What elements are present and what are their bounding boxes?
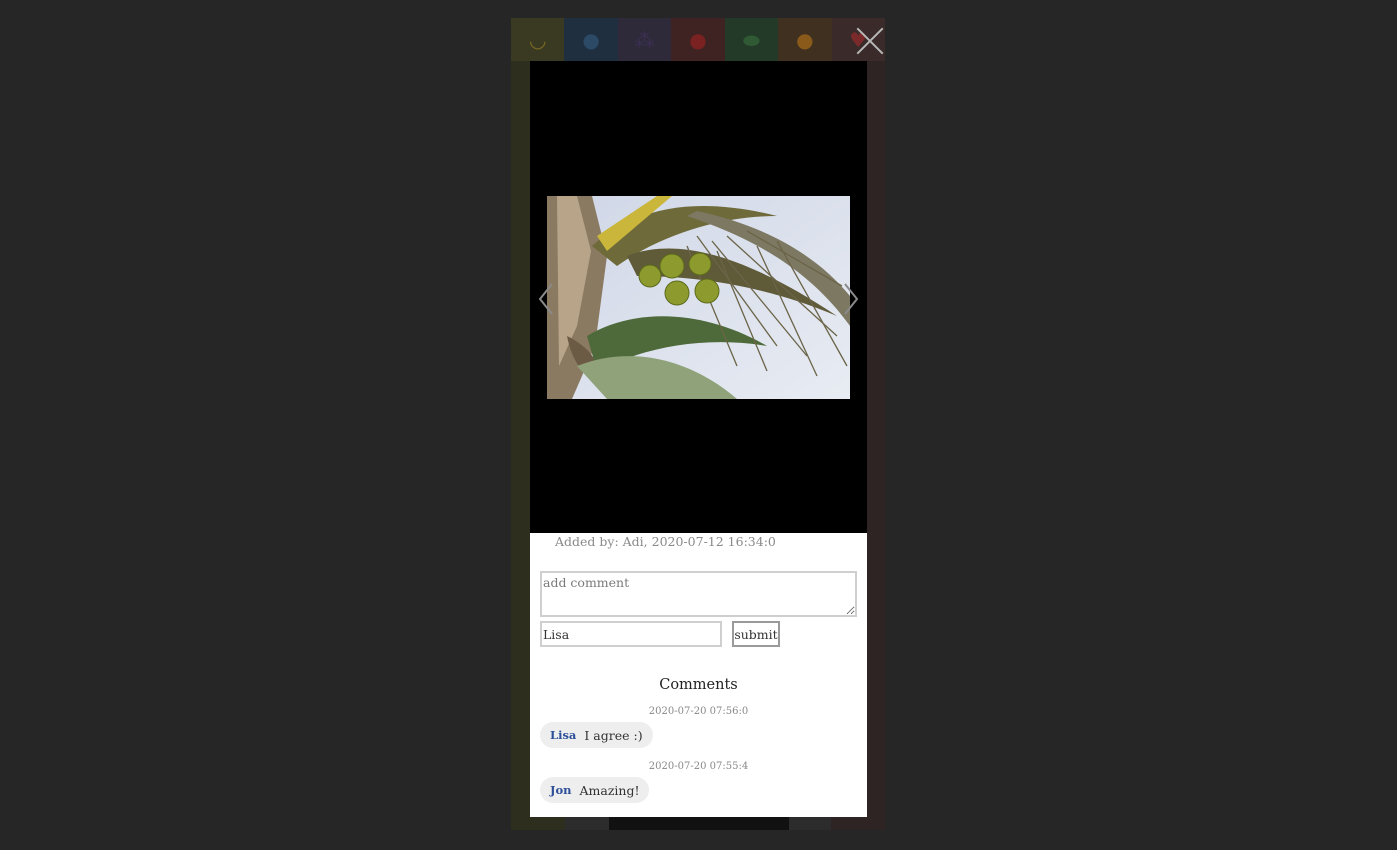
close-icon[interactable] (854, 25, 886, 57)
comment-item: Jon Amazing! (540, 777, 650, 803)
comment-author: Lisa (550, 728, 577, 742)
blueberry-icon: ● (564, 18, 618, 61)
previous-arrow-icon[interactable] (538, 282, 554, 316)
background-thumbnail (609, 816, 789, 830)
photo-viewer (530, 61, 867, 533)
apple-icon: ● (671, 18, 725, 61)
comment-textarea[interactable] (540, 571, 857, 617)
orange-icon: ● (778, 18, 832, 61)
coconut-palm-photo (547, 196, 850, 399)
photo-added-by: Added by: Adi, 2020-07-12 16:34:0 (555, 534, 776, 549)
comment-text: I agree :) (584, 727, 643, 743)
avocado-icon: ⬬ (724, 18, 779, 61)
next-arrow-icon[interactable] (843, 282, 859, 316)
comment-text: Amazing! (579, 782, 640, 798)
comment-author: Jon (550, 783, 572, 797)
banana-icon: ◡ (511, 18, 565, 61)
photo-lightbox: Added by: Adi, 2020-07-12 16:34:0 submit… (530, 61, 867, 817)
comment-timestamp: 2020-07-20 07:55:4 (648, 761, 749, 772)
grapes-icon: ⁂ (617, 18, 672, 61)
comment-timestamp: 2020-07-20 07:56:0 (648, 706, 749, 717)
name-input[interactable] (540, 621, 722, 647)
comment-item: Lisa I agree :) (540, 722, 653, 748)
submit-button[interactable]: submit (732, 621, 780, 647)
comments-heading: Comments (659, 677, 738, 693)
fruit-category-bar: ◡ ● ⁂ ● ⬬ ● ♥ (511, 18, 885, 61)
